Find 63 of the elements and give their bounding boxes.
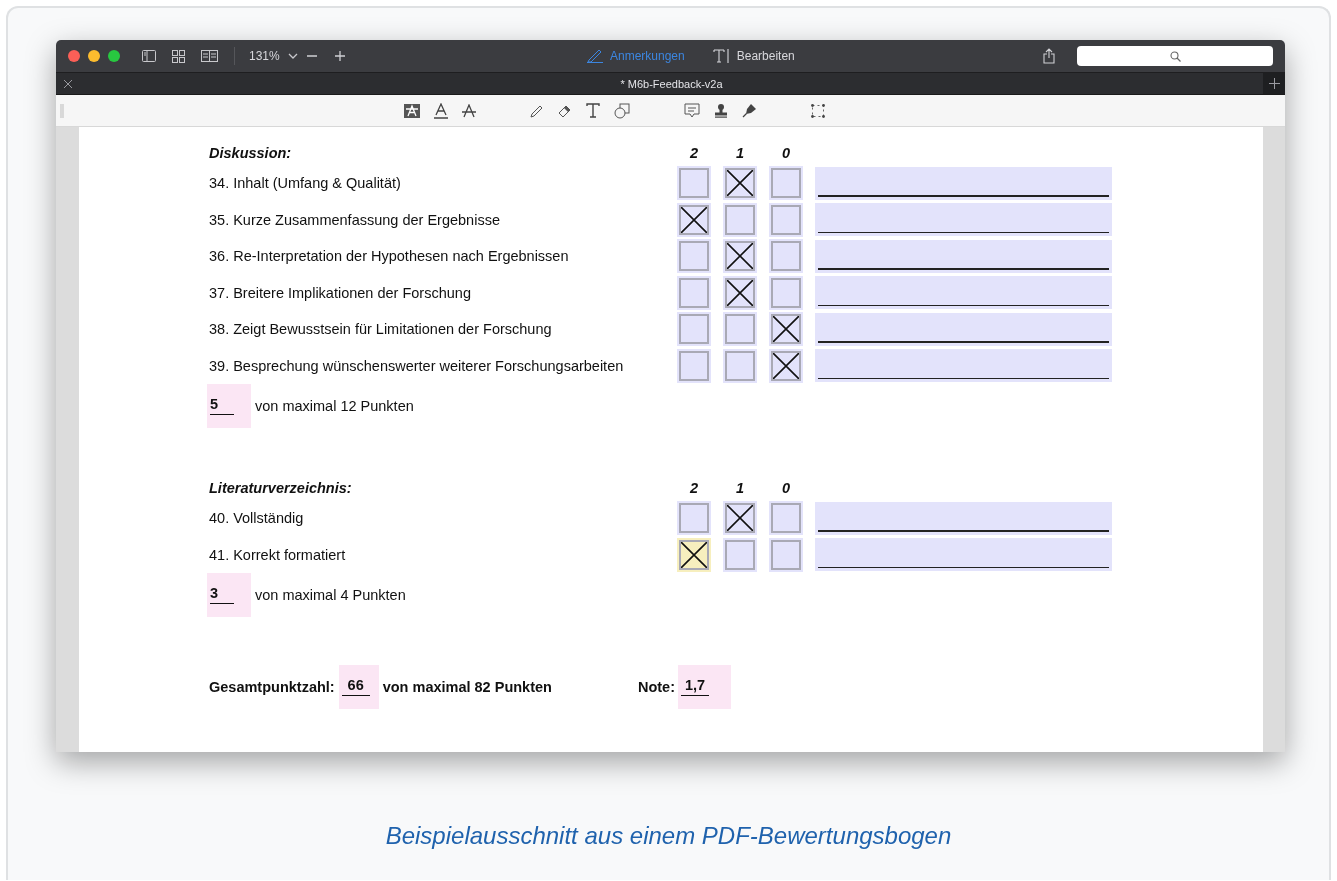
sidebar-icon[interactable] (142, 50, 156, 62)
criterion-label: 36. Re-Interpretation der Hypothesen nach Ergebnissen (209, 248, 570, 265)
underline-text-icon[interactable] (434, 102, 448, 119)
search-field[interactable] (1077, 46, 1273, 66)
grade-label: Note: (637, 679, 675, 695)
stamp-icon[interactable] (714, 103, 728, 118)
grade-field[interactable]: 1,7 (678, 665, 731, 709)
total-text: von maximal 82 Punkten (382, 679, 552, 695)
section-title: Diskussion: (209, 145, 293, 161)
score-header: 0 (780, 145, 792, 161)
mode-tab[interactable]: Bearbeiten (712, 49, 795, 63)
pencil-icon[interactable] (530, 103, 544, 118)
share-icon[interactable] (1043, 48, 1055, 64)
zoom-window-button[interactable] (108, 50, 120, 62)
criterion-label: 34. Inhalt (Umfang & Qualität) (209, 175, 402, 192)
close-window-button[interactable] (68, 50, 80, 62)
comment-icon[interactable] (684, 102, 700, 119)
criterion-label: 35. Kurze Zusammenfassung der Ergebnisse (209, 211, 501, 228)
score-header: 0 (780, 480, 792, 496)
comment-field[interactable] (815, 538, 1112, 572)
comment-field[interactable] (815, 312, 1112, 346)
points-field[interactable]: 5 (207, 384, 251, 428)
caption: Beispielausschnitt aus einem PDF-Bewertungsbogen (384, 822, 953, 850)
section-title: Literaturverzeichnis: (209, 480, 353, 496)
chevron-down-icon[interactable] (287, 53, 298, 59)
two-page-icon[interactable] (201, 50, 218, 62)
criterion-label: 38. Zeigt Bewusstsein für Limitationen der Forschung (209, 321, 553, 338)
text-tool-icon[interactable] (586, 103, 600, 118)
plus-icon (1268, 78, 1280, 89)
criterion-label: 40. Vollständig (209, 510, 305, 527)
criterion-label: 39. Besprechung wünschenswerter weiterer Forschungsarbeiten (209, 357, 625, 374)
new-tab-button[interactable] (1263, 73, 1285, 94)
strikethrough-text-icon[interactable] (462, 103, 476, 118)
comment-field[interactable] (815, 166, 1112, 200)
grid-icon[interactable] (172, 49, 185, 63)
pen-icon (586, 49, 604, 63)
score-header: 1 (734, 480, 746, 496)
pen-nib-icon[interactable] (742, 103, 757, 118)
selection-icon[interactable] (811, 103, 825, 118)
comment-field[interactable] (815, 203, 1112, 237)
score-header: 2 (688, 480, 700, 496)
search-icon (1169, 50, 1181, 62)
comment-field[interactable] (815, 276, 1112, 310)
comment-field[interactable] (815, 239, 1112, 273)
shapes-icon[interactable] (614, 102, 630, 119)
eraser-icon[interactable] (558, 103, 572, 118)
criterion-label: 41. Korrekt formatiert (209, 546, 347, 563)
score-header: 2 (688, 145, 700, 161)
zoom-in-icon[interactable] (333, 50, 346, 62)
zoom-level[interactable]: 131% (249, 49, 280, 63)
points-field[interactable]: 3 (207, 573, 251, 617)
close-tab-icon[interactable] (64, 79, 72, 88)
points-text: von maximal 12 Punkten (255, 398, 414, 414)
total-label: Gesamtpunktzahl: (209, 679, 335, 695)
comment-field[interactable] (815, 501, 1112, 535)
score-header: 1 (734, 145, 746, 161)
comment-field[interactable] (815, 349, 1112, 383)
text-cursor-icon (712, 49, 731, 63)
highlight-text-icon[interactable] (404, 103, 420, 118)
total-points-field[interactable]: 66 (338, 665, 379, 709)
minimize-window-button[interactable] (88, 50, 100, 62)
criterion-label: 37. Breitere Implikationen der Forschung (209, 284, 472, 301)
points-text: von maximal 4 Punkten (255, 587, 406, 603)
